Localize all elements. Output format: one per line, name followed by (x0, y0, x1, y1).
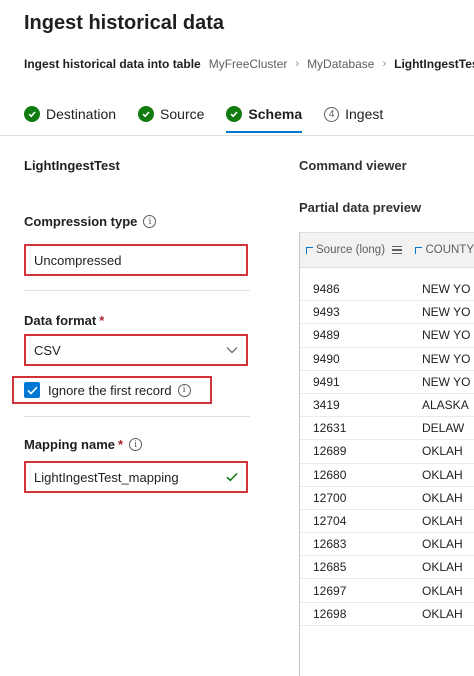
ignore-first-record-label: Ignore the first record (48, 382, 172, 398)
cell-source: 12631 (313, 421, 347, 436)
data-format-dropdown[interactable]: CSV (24, 334, 248, 366)
info-icon[interactable]: i (143, 215, 157, 228)
command-viewer-tab[interactable]: Command viewer (299, 158, 407, 173)
cell-source: 9486 (313, 282, 340, 297)
mapping-name-label: Mapping name * i (24, 437, 143, 452)
data-format-value: CSV (34, 342, 61, 358)
compression-type-label: Compression type i (24, 214, 157, 229)
info-icon[interactable]: i (129, 438, 143, 451)
cell-county: NEW YO (422, 374, 471, 389)
column-menu-icon[interactable] (392, 246, 403, 254)
tab-ingest[interactable]: 4 Ingest (324, 103, 383, 125)
tab-source[interactable]: Source (138, 103, 204, 125)
breadcrumb: Ingest historical data into table MyFree… (24, 57, 474, 71)
ignore-first-record-checkbox[interactable]: Ignore the first record i (12, 376, 212, 404)
cell-county: NEW YO (422, 328, 471, 343)
table-row: 12700 OKLAH (300, 487, 474, 510)
table-row: 12697 OKLAH (300, 579, 474, 603)
cell-source: 12697 (313, 583, 347, 598)
data-format-label: Data format * (24, 313, 105, 328)
data-preview-table: Source (long) COUNTY 9486 NEW YO 9493 NEW Y… (299, 232, 474, 676)
table-row: 9486 NEW YO (300, 278, 474, 302)
cell-source: 9490 (313, 351, 340, 366)
cell-county: OKLAH (422, 583, 463, 598)
table-row: 9491 NEW YO (300, 371, 474, 394)
table-row: 12683 OKLAH (300, 533, 474, 557)
cell-county: NEW YO (422, 282, 471, 297)
table-row: 12704 OKLAH (300, 510, 474, 534)
cell-county: OKLAH (422, 513, 463, 528)
cell-county: OKLAH (422, 560, 463, 575)
cell-source: 12685 (313, 560, 347, 575)
column-header-source[interactable]: Source (long) (300, 244, 411, 256)
cell-source: 12700 (313, 490, 347, 505)
cell-source: 12704 (313, 513, 347, 528)
cell-county: OKLAH (422, 606, 463, 621)
breadcrumb-root: Ingest historical data into table (24, 57, 201, 71)
cell-source: 9493 (313, 305, 340, 320)
column-type-icon (306, 247, 313, 254)
cell-source: 12680 (313, 467, 347, 482)
cell-source: 12689 (313, 444, 347, 459)
column-header-county[interactable]: COUNTY (411, 244, 474, 256)
step-label: Ingest (345, 106, 384, 122)
check-circle-icon (24, 106, 40, 122)
compression-type-field[interactable]: Uncompressed (24, 244, 248, 276)
breadcrumb-database[interactable]: MyDatabase (307, 57, 374, 71)
cell-source: 12698 (313, 606, 347, 621)
check-circle-icon (138, 106, 155, 122)
step-label: Destination (46, 106, 117, 122)
table-row: 9489 NEW YO (300, 324, 474, 348)
table-row: 9490 NEW YO (300, 348, 474, 371)
chevron-right-icon: › (382, 58, 387, 70)
page-title: Ingest historical data (24, 12, 225, 34)
column-type-icon (415, 247, 423, 254)
table-row: 12631 DELAW (300, 417, 474, 441)
chevron-right-icon: › (295, 58, 300, 70)
breadcrumb-cluster[interactable]: MyFreeCluster (209, 57, 288, 71)
cell-county: OKLAH (422, 444, 463, 459)
cell-source: 12683 (313, 537, 347, 552)
step-number-icon: 4 (324, 106, 340, 122)
required-mark: * (118, 437, 124, 452)
cell-county: ALASKA (422, 398, 469, 413)
cell-county: OKLAH (422, 467, 463, 482)
cell-source: 9489 (313, 328, 340, 343)
step-label: Schema (248, 106, 303, 122)
checkmark-icon (226, 472, 238, 482)
table-row: 12680 OKLAH (300, 464, 474, 487)
section-divider (24, 290, 250, 291)
mapping-name-value: LightIngestTest_mapping (34, 469, 179, 485)
header-divider (0, 135, 474, 136)
breadcrumb-table: LightIngestTest (394, 57, 474, 71)
step-label: Source (160, 106, 205, 122)
table-row: 12685 OKLAH (300, 556, 474, 580)
chevron-down-icon (226, 346, 238, 354)
cell-source: 3419 (313, 398, 340, 413)
required-mark: * (99, 313, 105, 328)
tab-schema[interactable]: Schema (226, 103, 303, 133)
checkbox-checked-icon[interactable] (24, 382, 40, 398)
tab-destination[interactable]: Destination (24, 103, 116, 125)
wizard-steps: Destination Source Schema 4 Ingest (24, 103, 405, 133)
info-icon[interactable]: i (177, 383, 191, 397)
compression-type-value: Uncompressed (34, 252, 122, 268)
cell-source: 9491 (313, 374, 340, 389)
mapping-name-input[interactable]: LightIngestTest_mapping (24, 461, 248, 493)
partial-data-preview-title: Partial data preview (299, 200, 422, 215)
table-row: 12698 OKLAH (300, 603, 474, 626)
cell-county: OKLAH (422, 490, 463, 505)
table-row: 12689 OKLAH (300, 440, 474, 464)
table-name-heading: LightIngestTest (24, 158, 120, 173)
table-body: 9486 NEW YO 9493 NEW YO 9489 NEW YO 9490 NEW YO… (300, 278, 474, 626)
check-circle-icon (226, 106, 243, 122)
cell-county: DELAW (422, 421, 465, 436)
section-divider (24, 416, 250, 417)
cell-county: NEW YO (422, 305, 471, 320)
table-row: 3419 ALASKA (300, 394, 474, 418)
cell-county: OKLAH (422, 537, 463, 552)
cell-county: NEW YO (422, 351, 471, 366)
table-header: Source (long) COUNTY (300, 232, 474, 268)
table-row: 9493 NEW YO (300, 301, 474, 325)
